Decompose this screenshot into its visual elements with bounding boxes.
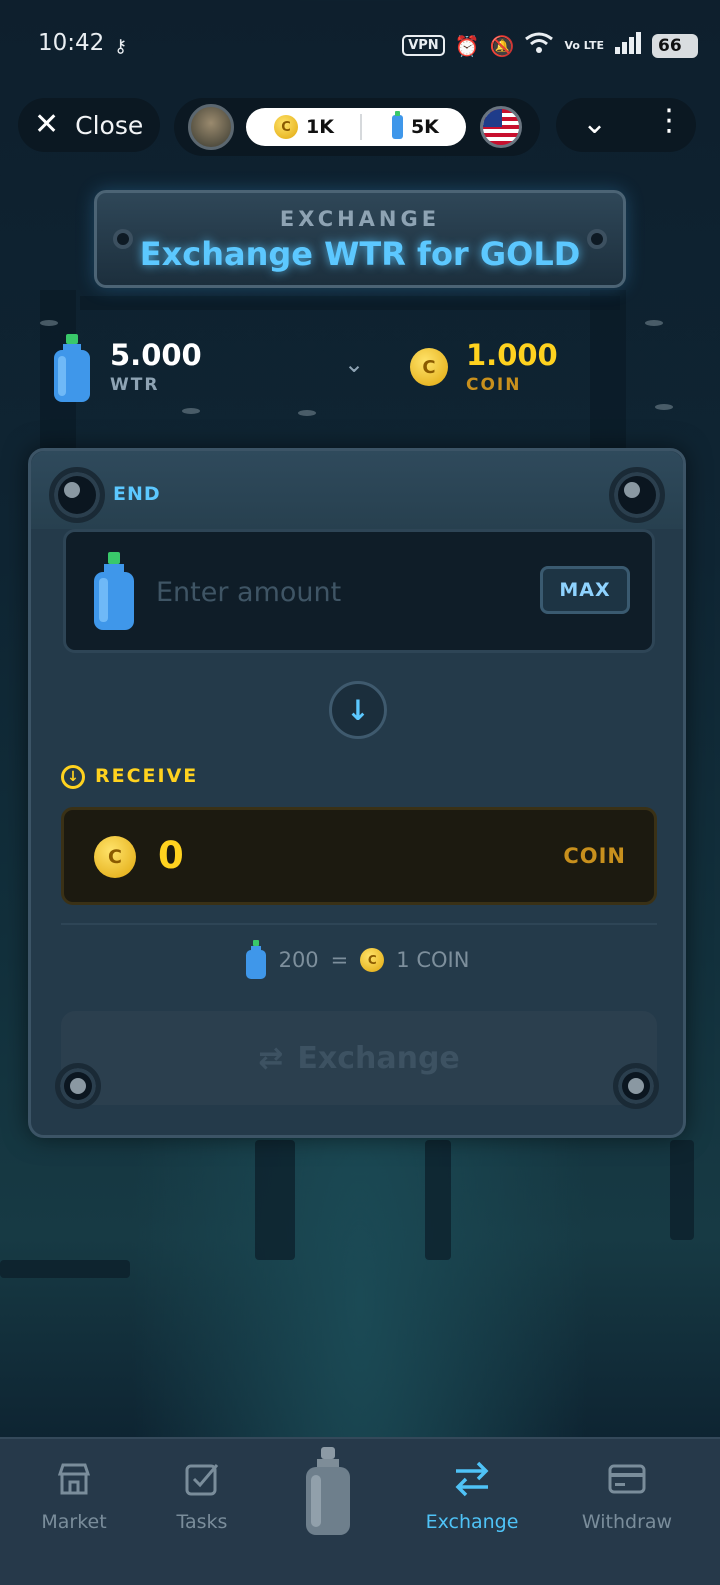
mute-icon: 🔕 [489,33,515,58]
chevron-down-icon[interactable]: ⌄ [344,350,364,378]
store-icon [57,1459,91,1499]
exchange-button[interactable]: ⇄ Exchange [61,1011,657,1105]
coin-icon: C [274,115,298,139]
rate-coin-amount: 1 COIN [396,948,470,972]
bg-girder [80,296,620,310]
alarm-icon: ⏰ [454,33,480,58]
coin-balance-label: COIN [466,375,522,395]
bg-pipe [0,1260,130,1278]
banner-subtitle: EXCHANGE [279,207,441,231]
wtr-balance-label: WTR [110,375,160,395]
arrow-down-icon[interactable]: ↓ [329,681,387,739]
bg-rivet [645,320,663,326]
wifi-icon [524,32,554,59]
card-icon [608,1459,646,1499]
receive-amount-box: C 0 COIN [61,807,657,905]
receive-label: RECEIVE [95,765,199,787]
nav-label: Withdraw [581,1511,673,1533]
nav-item-market[interactable]: Market [9,1439,139,1585]
divider [359,114,362,140]
exchange-banner: EXCHANGE Exchange WTR for GOLD [94,190,626,288]
signal-icon [614,32,642,59]
water-bottle-icon[interactable] [304,1445,352,1537]
coin-icon: C [360,948,385,972]
chevron-down-icon[interactable]: ⌄ [582,106,607,141]
send-label: END [113,483,161,505]
status-icons: VPN ⏰ 🔕 Vo LTE 66 [402,32,698,59]
receive-icon: ↓ [61,765,85,789]
nav-label: Tasks [176,1511,228,1533]
nav-item-exchange[interactable]: Exchange [407,1439,537,1585]
user-stats-pill: C 1K 5K [174,98,540,156]
bolt-icon [55,1063,101,1109]
volte-icon: Vo LTE [564,39,604,52]
receive-value: 0 [158,834,184,877]
page-title: Exchange WTR for GOLD [139,235,581,273]
wtr-balance-value: 5.000 [110,338,202,372]
max-button[interactable]: MAX [540,566,630,614]
water-bottle-icon [391,111,403,139]
coin-balance: 1K [306,116,334,138]
bg-rivet [298,410,316,416]
receive-unit: COIN [563,844,626,868]
balance-summary: C 1K 5K [246,108,466,146]
bg-pipe [670,1140,694,1240]
water-bottle-icon [245,940,266,979]
status-time: 10:42 [38,30,105,56]
nav-item-withdraw[interactable]: Withdraw [562,1439,692,1585]
exchange-rate: 200 = C 1 COIN [31,937,683,983]
more-options-icon[interactable]: ⋮ [654,106,684,136]
bg-rivet [182,408,200,414]
send-amount-box: MAX [63,529,655,653]
close-icon: ✕ [34,107,60,142]
bg-rivet [40,320,58,326]
coin-icon: C [94,836,136,878]
bg-pipe [425,1140,451,1260]
bottom-nav: Market Tasks Exchange Withdraw [0,1437,720,1585]
nav-item-tasks[interactable]: Tasks [137,1439,267,1585]
bg-rivet [655,404,673,410]
nav-label: Market [41,1511,107,1533]
bg-beam-right [590,290,626,450]
close-button[interactable]: ✕ Close [18,98,160,152]
water-bottle-icon [54,334,90,402]
nav-label: Exchange [425,1511,519,1533]
water-balance: 5K [410,116,439,138]
bg-pipe [255,1140,295,1260]
status-bar: 10:42 ⚷ VPN ⏰ 🔕 Vo LTE 66 [0,0,720,92]
water-bottle-icon [94,552,134,630]
menu-pill: ⌄ ⋮ [556,98,696,152]
battery-icon: 66 [652,33,698,58]
avatar[interactable] [188,104,234,150]
coin-icon: C [410,348,448,386]
rate-equals: = [330,948,349,972]
divider [61,923,657,925]
swap-arrows-icon [452,1459,492,1499]
rate-wtr-amount: 200 [278,948,319,972]
key-icon: ⚷ [114,36,128,57]
us-flag-icon[interactable] [480,106,522,148]
exchange-card: END MAX ↓ ↓ RECEIVE C 0 COIN 200 = C 1 C… [28,448,686,1138]
coin-balance-value: 1.000 [466,338,558,372]
swap-arrows-icon: ⇄ [258,1040,284,1076]
vpn-icon: VPN [402,35,445,56]
bolt-icon [49,467,105,523]
bolt-icon [609,467,665,523]
checkbox-icon [184,1459,220,1499]
amount-input[interactable] [156,572,516,612]
bolt-icon [613,1063,659,1109]
close-label: Close [75,110,144,140]
exchange-button-label: Exchange [297,1040,460,1076]
